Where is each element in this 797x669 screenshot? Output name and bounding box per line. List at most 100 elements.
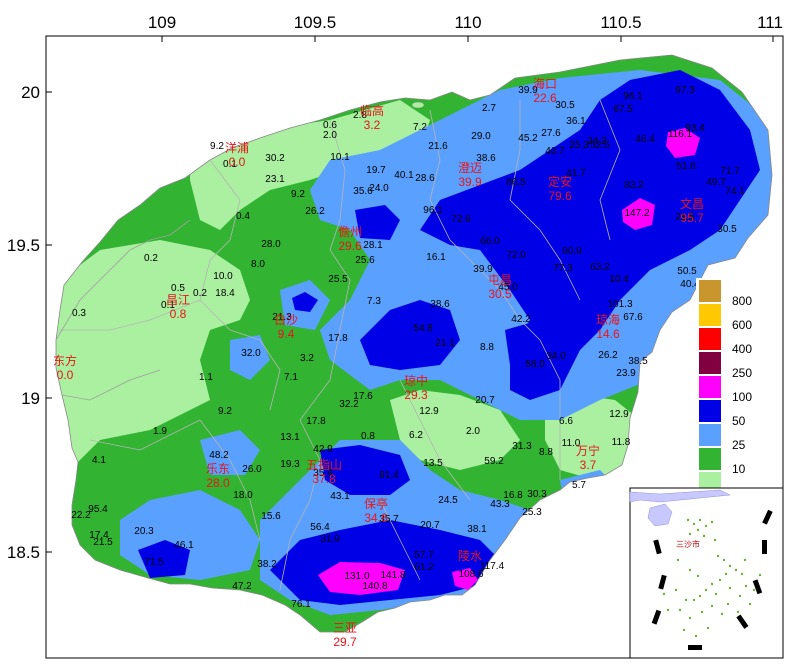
- island-dot: [720, 612, 724, 616]
- station-value: 97.3: [675, 85, 695, 96]
- station-value: 74.1: [725, 186, 745, 197]
- city-name: 海口: [533, 76, 557, 91]
- station-value: 24.5: [438, 495, 458, 506]
- station-value: 71.5: [144, 557, 164, 568]
- city-value: 14.6: [596, 327, 620, 341]
- legend-label: 600: [732, 318, 752, 332]
- city-name: 临高: [360, 103, 384, 118]
- station-value: 10.0: [213, 271, 233, 282]
- y-tick-label: 20: [21, 83, 40, 102]
- city-name: 三亚: [333, 621, 357, 635]
- y-tick-label: 18.5: [7, 543, 40, 562]
- island-dot: [692, 598, 696, 602]
- station-value: 77.3: [553, 263, 573, 274]
- rainfall-map: 109 109.5 110 110.5 111 20 19.5 19 18.5 …: [7, 13, 784, 659]
- station-value: 27.6: [541, 128, 561, 139]
- station-value: 30.5: [555, 100, 575, 111]
- station-value: 7.1: [284, 372, 298, 383]
- station-value: 30.3: [527, 489, 547, 500]
- city-value: 34.6: [364, 511, 388, 525]
- island-dot: [696, 574, 700, 578]
- city-name: 儋州: [338, 225, 362, 239]
- station-value: 46.1: [174, 540, 194, 551]
- station-value: 32.0: [241, 348, 261, 359]
- city-value: 95.7: [680, 211, 704, 225]
- island-dot: [758, 573, 762, 577]
- city-name: 昌江: [166, 293, 190, 307]
- station-value: 42.2: [511, 314, 531, 325]
- station-value: 86.5: [506, 177, 526, 188]
- station-value: 18.0: [233, 490, 253, 501]
- station-value: 116.1: [668, 129, 693, 140]
- station-value: 7.3: [367, 296, 381, 307]
- city-value: 29.3: [404, 388, 428, 402]
- station-value: 8.0: [251, 259, 265, 270]
- station-value: 117.4: [480, 561, 505, 572]
- legend-swatch: [699, 304, 721, 326]
- station-value: 18.4: [215, 288, 235, 299]
- island-dot: [724, 572, 728, 576]
- station-value: 24.0: [369, 183, 389, 194]
- island-dot: [713, 538, 717, 542]
- station-value: 16.8: [503, 490, 523, 501]
- station-value: 4.1: [92, 455, 106, 466]
- islet: [411, 101, 425, 109]
- island-dot: [704, 588, 708, 592]
- station-value: 17.8: [328, 333, 348, 344]
- station-value: 21.6: [428, 141, 448, 152]
- station-value: 19.7: [366, 165, 386, 176]
- sansha-label: 三沙市: [676, 539, 700, 549]
- legend-label: 100: [732, 390, 752, 404]
- station-value: 34.0: [546, 351, 566, 362]
- island-dot: [698, 594, 702, 598]
- island-dot: [738, 594, 742, 598]
- city-name: 琼中: [404, 373, 428, 388]
- station-value: 32.2: [339, 399, 359, 410]
- city-name: 乐东: [206, 462, 230, 476]
- island-dot: [734, 568, 738, 572]
- station-value: 6.2: [409, 430, 423, 441]
- city-name: 洋浦: [225, 140, 249, 155]
- station-value: 19.3: [280, 459, 300, 470]
- city-value: 39.9: [458, 175, 482, 189]
- station-value: 0.2: [193, 288, 207, 299]
- legend-swatch: [699, 328, 721, 350]
- island-dot: [666, 608, 670, 612]
- island-dot: [698, 518, 702, 522]
- city-name: 文昌: [680, 196, 704, 211]
- station-value: 16.1: [426, 252, 446, 263]
- station-value: 12.9: [419, 406, 439, 417]
- station-value: 26.2: [598, 350, 618, 361]
- station-value: 3.2: [300, 353, 314, 364]
- island-dot: [682, 628, 686, 632]
- station-value: 63.2: [590, 262, 610, 273]
- station-value: 36.1: [566, 116, 586, 127]
- station-value: 29.0: [471, 131, 491, 142]
- island-dot: [702, 534, 706, 538]
- island-dot: [676, 558, 680, 562]
- island-dot: [704, 524, 708, 528]
- legend-swatch: [699, 352, 721, 374]
- station-value: 25.5: [328, 274, 348, 285]
- island-dot: [743, 558, 747, 562]
- station-value: 71.7: [720, 166, 740, 177]
- city-name: 保亭: [364, 496, 388, 511]
- city-name: 东方: [53, 353, 77, 368]
- station-value: 12.9: [609, 409, 629, 420]
- station-value: 52.5: [590, 140, 610, 151]
- island-dot: [728, 564, 732, 568]
- station-value: 38.2: [257, 559, 277, 570]
- city-value: 0.0: [229, 155, 246, 169]
- station-value: 54.8: [413, 323, 433, 334]
- city-value: 9.4: [278, 327, 295, 341]
- island-dot: [684, 598, 688, 602]
- legend-swatch: [699, 280, 721, 302]
- station-value: 59.2: [484, 456, 504, 467]
- island-dot: [718, 578, 722, 582]
- legend-label: 800: [732, 294, 752, 308]
- station-value: 20.7: [420, 520, 440, 531]
- legend-label: 400: [732, 342, 752, 356]
- station-value: 40.7: [545, 146, 565, 157]
- station-value: 9.2: [210, 141, 224, 152]
- x-tick-label: 109: [148, 13, 176, 32]
